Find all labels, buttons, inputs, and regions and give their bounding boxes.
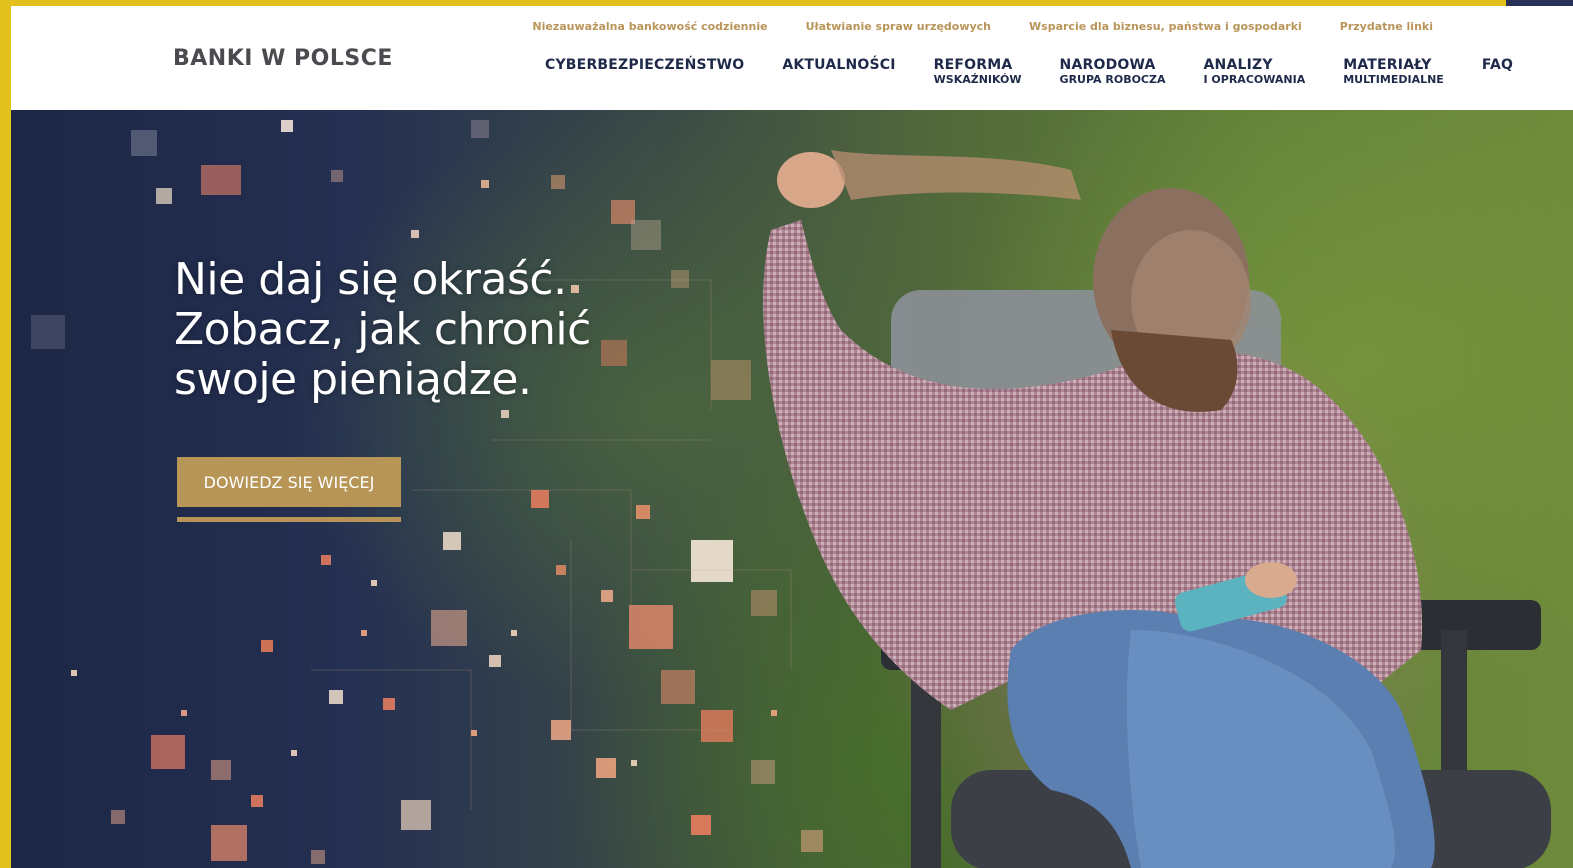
- nav-item-label: REFORMA: [933, 57, 1013, 73]
- nav-item-cyberbezpieczenstwo[interactable]: CYBERBEZPIECZEŃSTWO: [545, 58, 744, 85]
- top-link-business-support[interactable]: Wsparcie dla biznesu, państwa i gospodar…: [1029, 20, 1302, 33]
- digital-particles: [31, 120, 823, 864]
- top-link-official-matters[interactable]: Ułatwianie spraw urzędowych: [806, 20, 991, 33]
- site-header: BANKI W POLSCE Niezauważalna bankowość c…: [11, 6, 1573, 110]
- nav-item-analizy[interactable]: ANALIZY I OPRACOWANIA: [1204, 58, 1306, 85]
- top-link-useful-links[interactable]: Przydatne linki: [1340, 20, 1433, 33]
- nav-item-label: ANALIZY: [1203, 57, 1273, 73]
- nav-item-label: FAQ: [1481, 57, 1514, 73]
- nav-item-materialy[interactable]: MATERIAŁY MULTIMEDIALNE: [1343, 58, 1444, 85]
- nav-item-sublabel: GRUPA ROBOCZA: [1059, 73, 1166, 86]
- person-illustration: [763, 150, 1435, 868]
- hero-banner: Nie daj się okraść. Zobacz, jak chronić …: [11, 110, 1573, 868]
- nav-item-label: CYBERBEZPIECZEŃSTWO: [545, 57, 745, 73]
- nav-item-faq[interactable]: FAQ: [1482, 58, 1513, 85]
- cta-underline: [177, 517, 401, 522]
- hero-headline: Nie daj się okraść. Zobacz, jak chronić …: [174, 254, 591, 405]
- nav-item-aktualnosci[interactable]: AKTUALNOŚCI: [782, 58, 895, 85]
- top-links: Niezauważalna bankowość codziennie Ułatw…: [532, 20, 1433, 33]
- nav-item-label: NARODOWA: [1059, 57, 1156, 73]
- nav-item-sublabel: MULTIMEDIALNE: [1343, 73, 1444, 86]
- frame-left-bar: [0, 0, 11, 868]
- learn-more-button[interactable]: DOWIEDZ SIĘ WIĘCEJ: [177, 457, 401, 507]
- main-nav: CYBERBEZPIECZEŃSTWO AKTUALNOŚCI REFORMA …: [545, 58, 1513, 85]
- nav-item-reforma[interactable]: REFORMA WSKAŹNIKÓW: [934, 58, 1022, 85]
- site-logo[interactable]: BANKI W POLSCE: [173, 46, 393, 71]
- nav-item-label: AKTUALNOŚCI: [782, 57, 896, 73]
- page-frame: BANKI W POLSCE Niezauważalna bankowość c…: [0, 0, 1573, 868]
- nav-item-narodowa[interactable]: NARODOWA GRUPA ROBOCZA: [1060, 58, 1166, 85]
- nav-item-sublabel: I OPRACOWANIA: [1203, 73, 1306, 86]
- nav-item-sublabel: WSKAŹNIKÓW: [933, 73, 1022, 86]
- top-link-everyday-banking[interactable]: Niezauważalna bankowość codziennie: [532, 20, 767, 33]
- nav-item-label: MATERIAŁY: [1343, 57, 1432, 73]
